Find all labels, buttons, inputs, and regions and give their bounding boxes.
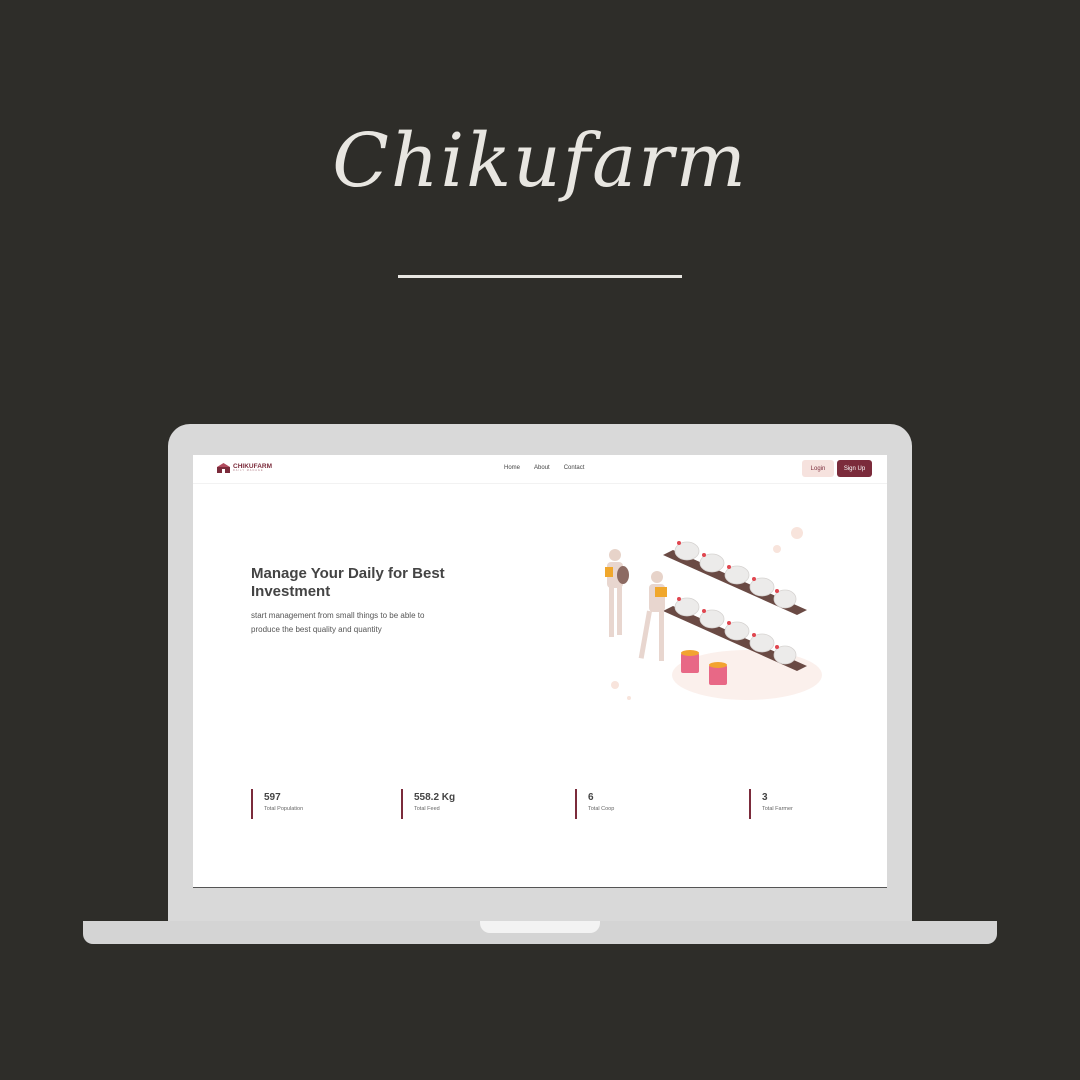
hero-subtitle: start management from small things to be… (251, 611, 425, 634)
stat-label: Total Population (264, 806, 304, 812)
stat-value: 597 (264, 792, 281, 803)
stat-label: Total Coop (588, 806, 615, 812)
stat-label: Total Feed (414, 806, 440, 812)
screen-edge (193, 887, 887, 888)
logo[interactable]: CHIKUFARM DAILY MANAGE (217, 463, 272, 473)
stat-value: 558.2 Kg (414, 792, 456, 803)
nav-links: Home About Contact (504, 465, 598, 471)
navbar: CHIKUFARM DAILY MANAGE Home About Contac… (193, 455, 887, 484)
signup-button[interactable]: Sign Up (837, 460, 872, 477)
nav-about[interactable]: About (534, 465, 550, 471)
stat-coop: 6 Total Coop (575, 789, 614, 819)
stat-population: 597 Total Population (251, 789, 303, 819)
stat-value: 3 (762, 792, 768, 803)
stat-feed: 558.2 Kg Total Feed (401, 789, 455, 819)
nav-contact[interactable]: Contact (564, 465, 585, 471)
poultry-farm-illustration (605, 527, 822, 700)
brand-title: Chikufarm (332, 118, 748, 204)
stat-label: Total Farmer (762, 806, 793, 812)
nav-home[interactable]: Home (504, 465, 520, 471)
title-divider (398, 275, 682, 278)
stat-farmer: 3 Total Farmer (749, 789, 793, 819)
laptop-screen: CHIKUFARM DAILY MANAGE Home About Contac… (193, 455, 887, 888)
login-button[interactable]: Login (802, 460, 834, 477)
stat-value: 6 (588, 792, 594, 803)
logo-tagline: DAILY MANAGE (233, 469, 264, 472)
hero-heading: Manage Your Daily for Best Investment (251, 565, 445, 600)
laptop-notch (480, 921, 600, 933)
farm-logo-icon (217, 463, 230, 473)
